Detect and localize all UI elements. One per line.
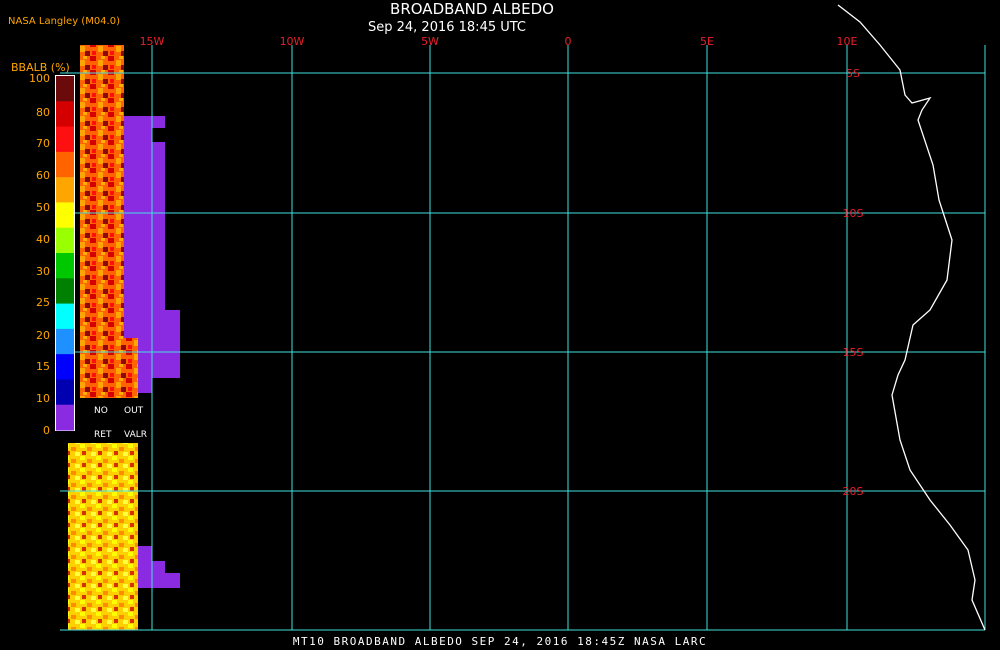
footer-caption: MT10 BROADBAND ALBEDO SEP 24, 2016 18:45…: [292, 635, 708, 648]
longitude-label: 5E: [700, 35, 714, 48]
colorbar-tick-label: 25: [36, 296, 50, 309]
colorbar-tick-label: 80: [36, 106, 50, 119]
latitude-label: 5S: [846, 67, 860, 80]
colorbar-swatch: [56, 202, 74, 229]
colorbar-swatch: [56, 126, 74, 153]
latitude-label: 20S: [843, 485, 864, 498]
longitude-label: 10E: [837, 35, 858, 48]
colorbar-swatch: [56, 177, 74, 203]
out-of-range-label-2: VALR: [124, 430, 147, 440]
colorbar-swatch: [56, 151, 74, 178]
longitude-label: 10W: [280, 35, 305, 48]
latitude-label: 15S: [843, 346, 864, 359]
colorbar-swatch: [56, 328, 74, 355]
coastline: [837, 4, 986, 631]
colorbar-tick-label: 30: [36, 265, 50, 278]
longitude-label: 5W: [421, 35, 439, 48]
albedo-map: 15W 10W 5W 0 5E 10E5S10S15S20S BBALB (%) 1008…: [11, 4, 986, 631]
colorbar-swatch: [56, 76, 74, 102]
colorbar-tick-label: 15: [36, 360, 50, 373]
colorbar-tick-label: 100: [29, 72, 50, 85]
satellite-swaths: [68, 45, 180, 630]
colorbar-swatch: [56, 278, 74, 305]
latitude-label: 10S: [843, 207, 864, 220]
colorbar-swatch: [56, 404, 74, 431]
colorbar-tick-label: 20: [36, 329, 50, 342]
no-retrieval-label-2: RET: [94, 430, 112, 440]
colorbar-tick-label: 50: [36, 201, 50, 214]
colorbar-tick-label: 0: [43, 424, 50, 437]
colorbar-tick-label: 10: [36, 392, 50, 405]
colorbar-swatch: [56, 227, 74, 254]
longitude-label: 0: [565, 35, 572, 48]
out-of-range-label: OUT: [124, 406, 144, 416]
colorbar-swatch: [56, 379, 74, 406]
colorbar-swatches: [56, 76, 74, 431]
colorbar-tick-label: 70: [36, 137, 50, 150]
colorbar-tick-label: 60: [36, 169, 50, 182]
longitude-label: 15W: [140, 35, 165, 48]
lat-lon-grid: [60, 45, 986, 631]
albedo-swath-south: [68, 443, 138, 630]
albedo-swath-north: [80, 45, 124, 398]
grid-labels: 15W 10W 5W 0 5E 10E 5S 10S 15S 20S: [140, 35, 864, 498]
out-of-range-region-south: [138, 546, 180, 588]
colorbar-swatch: [56, 101, 74, 128]
colorbar-swatch: [56, 303, 74, 330]
no-retrieval-label: NO: [94, 406, 108, 416]
colorbar-swatch: [56, 253, 74, 279]
colorbar-swatch: [56, 354, 74, 380]
colorbar-tick-label: 40: [36, 233, 50, 246]
colorbar-ticks: 100807060504030252015100: [29, 72, 50, 437]
